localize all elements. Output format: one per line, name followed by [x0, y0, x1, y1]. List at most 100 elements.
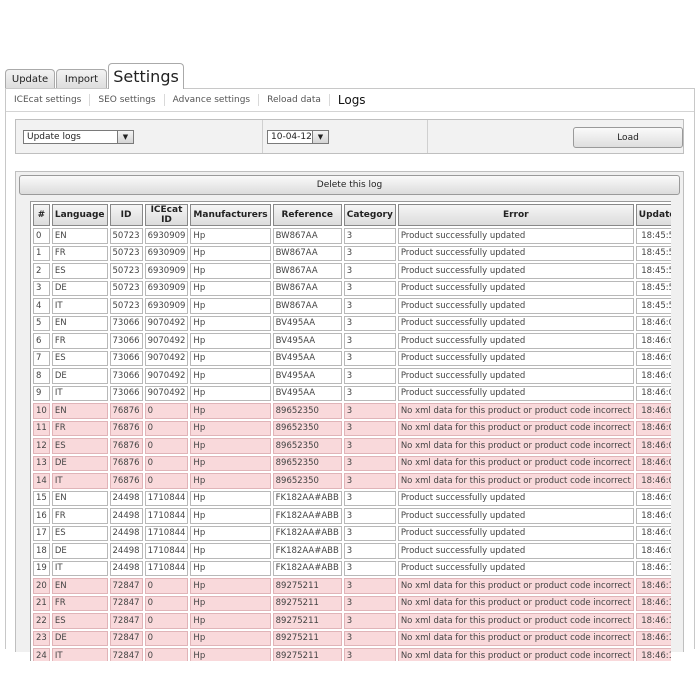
cell-updated: 18:46:10	[635, 560, 671, 576]
cell-reference: BV495AA	[272, 368, 342, 384]
cell-error: Product successfully updated	[397, 228, 634, 244]
cell-id: 73066	[109, 350, 143, 366]
cell-updated: 18:46:05	[635, 455, 671, 471]
col-header-manufacturers: Manufacturers	[190, 204, 271, 226]
cell-language: DE	[51, 630, 108, 646]
cell-icecat-id: 9070492	[144, 385, 189, 401]
cell-manufacturer: Hp	[190, 280, 271, 296]
cell-manufacturer: Hp	[190, 578, 271, 594]
cell-reference: 89275211	[272, 648, 342, 661]
cell-reference: BW867AA	[272, 228, 342, 244]
cell-updated: 18:46:03	[635, 368, 671, 384]
cell-id: 50723	[109, 298, 143, 314]
cell-category: 3	[343, 350, 396, 366]
cell-reference: BV495AA	[272, 315, 342, 331]
table-row: 13 DE 76876 0 Hp 89652350 3 No xml data for thi…	[33, 455, 671, 471]
settings-subnav: ICEcat settings SEO settings Advance set…	[6, 89, 694, 112]
cell-icecat-id: 9070492	[144, 315, 189, 331]
cell-language: IT	[51, 298, 108, 314]
cell-id: 76876	[109, 403, 143, 419]
tab-settings[interactable]: Settings	[108, 63, 184, 89]
date-select[interactable]: 10-04-12 ▼	[267, 130, 329, 144]
cell-reference: 89652350	[272, 455, 342, 471]
chevron-down-icon[interactable]: ▼	[117, 131, 133, 143]
tab-import[interactable]: Import	[56, 69, 107, 89]
cell-icecat-id: 1710844	[144, 543, 189, 559]
chevron-down-icon[interactable]: ▼	[312, 131, 328, 143]
table-row: 18 DE 24498 1710844 Hp FK182AA#ABB 3 Product su…	[33, 543, 671, 559]
cell-reference: FK182AA#ABB	[272, 508, 342, 524]
cell-icecat-id: 0	[144, 595, 189, 611]
cell-language: IT	[51, 560, 108, 576]
cell-icecat-id: 0	[144, 613, 189, 629]
cell-language: DE	[51, 543, 108, 559]
cell-updated: 18:46:01	[635, 315, 671, 331]
cell-error: Product successfully updated	[397, 333, 634, 349]
cell-number: 8	[33, 368, 50, 384]
log-table-wrap[interactable]: # Language ID ICEcat ID Manufacturers Re…	[30, 201, 671, 661]
table-row: 21 FR 72847 0 Hp 89275211 3 No xml data for thi…	[33, 595, 671, 611]
cell-reference: 89275211	[272, 613, 342, 629]
cell-number: 20	[33, 578, 50, 594]
cell-updated: 18:46:12	[635, 613, 671, 629]
cell-category: 3	[343, 368, 396, 384]
cell-category: 3	[343, 525, 396, 541]
cell-updated: 18:46:06	[635, 473, 671, 489]
cell-error: Product successfully updated	[397, 298, 634, 314]
log-table-header: # Language ID ICEcat ID Manufacturers Re…	[33, 204, 671, 226]
subnav-icecat-settings[interactable]: ICEcat settings	[6, 94, 91, 106]
cell-id: 50723	[109, 280, 143, 296]
tab-update[interactable]: Update	[5, 69, 55, 89]
cell-manufacturer: Hp	[190, 525, 271, 541]
col-header-icecat-id: ICEcat ID	[144, 204, 189, 226]
cell-error: No xml data for this product or product …	[397, 473, 634, 489]
col-header-language: Language	[51, 204, 108, 226]
subnav-seo-settings[interactable]: SEO settings	[90, 94, 165, 106]
cell-icecat-id: 0	[144, 455, 189, 471]
cell-language: IT	[51, 385, 108, 401]
cell-language: EN	[51, 228, 108, 244]
cell-id: 24498	[109, 508, 143, 524]
table-row: 10 EN 76876 0 Hp 89652350 3 No xml data for thi…	[33, 403, 671, 419]
cell-updated: 18:46:08	[635, 525, 671, 541]
cell-error: No xml data for this product or product …	[397, 578, 634, 594]
cell-id: 76876	[109, 420, 143, 436]
cell-manufacturer: Hp	[190, 613, 271, 629]
cell-language: FR	[51, 595, 108, 611]
delete-log-button[interactable]: Delete this log	[19, 175, 680, 195]
table-row: 22 ES 72847 0 Hp 89275211 3 No xml data for thi…	[33, 613, 671, 629]
table-row: 16 FR 24498 1710844 Hp FK182AA#ABB 3 Product su…	[33, 508, 671, 524]
cell-manufacturer: Hp	[190, 508, 271, 524]
table-row: 4 IT 50723 6930909 Hp BW867AA 3 Product success…	[33, 298, 671, 314]
cell-icecat-id: 0	[144, 438, 189, 454]
cell-category: 3	[343, 298, 396, 314]
cell-id: 76876	[109, 473, 143, 489]
cell-updated: 18:45:50	[635, 228, 671, 244]
cell-error: Product successfully updated	[397, 560, 634, 576]
table-row: 12 ES 76876 0 Hp 89652350 3 No xml data for thi…	[33, 438, 671, 454]
subnav-logs[interactable]: Logs	[330, 94, 374, 106]
load-button[interactable]: Load	[573, 127, 683, 148]
cell-updated: 18:45:53	[635, 280, 671, 296]
subnav-reload-data[interactable]: Reload data	[259, 94, 330, 106]
col-header-id: ID	[109, 204, 143, 226]
cell-id: 76876	[109, 455, 143, 471]
cell-icecat-id: 0	[144, 420, 189, 436]
cell-id: 73066	[109, 315, 143, 331]
cell-number: 17	[33, 525, 50, 541]
cell-reference: 89652350	[272, 473, 342, 489]
cell-language: FR	[51, 420, 108, 436]
cell-updated: 18:45:51	[635, 245, 671, 261]
table-row: 3 DE 50723 6930909 Hp BW867AA 3 Product success…	[33, 280, 671, 296]
cell-language: DE	[51, 368, 108, 384]
cell-number: 5	[33, 315, 50, 331]
table-row: 5 EN 73066 9070492 Hp BV495AA 3 Product success…	[33, 315, 671, 331]
cell-manufacturer: Hp	[190, 473, 271, 489]
cell-category: 3	[343, 630, 396, 646]
log-type-select[interactable]: Update logs ▼	[23, 130, 134, 144]
cell-updated: 18:46:07	[635, 490, 671, 506]
subnav-advance-settings[interactable]: Advance settings	[165, 94, 260, 106]
cell-reference: BW867AA	[272, 280, 342, 296]
table-row: 24 IT 72847 0 Hp 89275211 3 No xml data for thi…	[33, 648, 671, 661]
cell-number: 13	[33, 455, 50, 471]
